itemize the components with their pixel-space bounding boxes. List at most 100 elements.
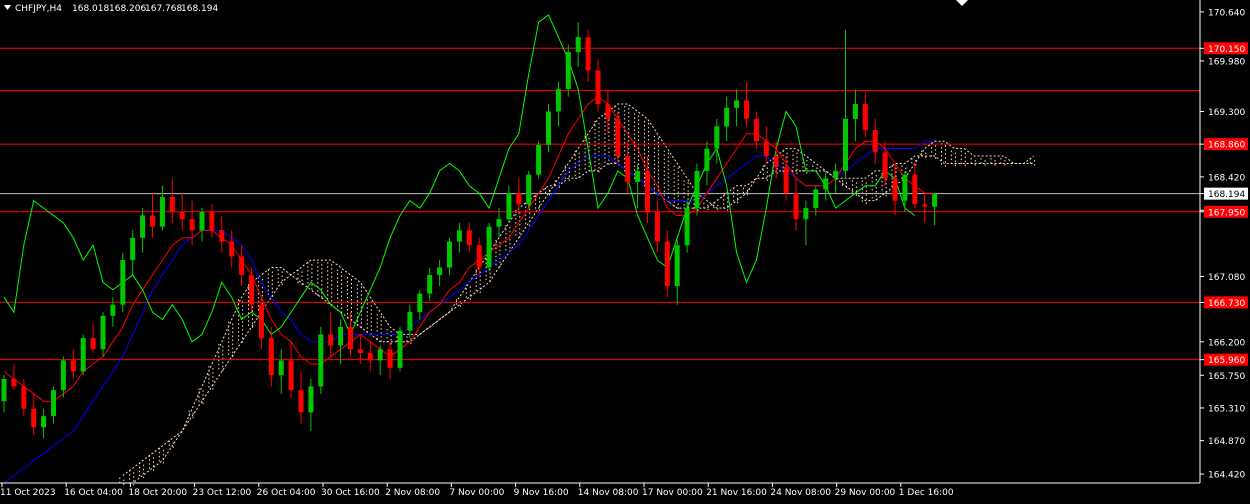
candle-body[interactable] [427, 274, 433, 294]
candle-body[interactable] [526, 174, 532, 205]
candle-body[interactable] [100, 315, 106, 350]
candle-body[interactable] [189, 219, 195, 231]
candle-body[interactable] [288, 360, 294, 391]
candle-body[interactable] [496, 219, 502, 227]
x-tick-label: 29 Nov 00:00 [835, 488, 896, 498]
candle-body[interactable] [763, 141, 769, 157]
candle-body[interactable] [486, 226, 492, 268]
candle-body[interactable] [872, 130, 878, 153]
candle-body[interactable] [476, 245, 482, 268]
candle-body[interactable] [239, 256, 245, 275]
candle-body[interactable] [338, 326, 344, 346]
candle-body[interactable] [565, 52, 571, 90]
candle-body[interactable] [268, 338, 274, 376]
candle-body[interactable] [357, 349, 363, 353]
candle-body[interactable] [664, 241, 670, 287]
candle-body[interactable] [605, 104, 611, 119]
candle-body[interactable] [684, 208, 690, 246]
candle-body[interactable] [516, 193, 522, 205]
candle-body[interactable] [546, 111, 551, 145]
candle-body[interactable] [674, 245, 680, 287]
candle-body[interactable] [635, 170, 641, 183]
candle-body[interactable] [724, 107, 730, 127]
candle-body[interactable] [714, 126, 720, 149]
candle-body[interactable] [555, 89, 561, 112]
candle-body[interactable] [140, 215, 146, 238]
candle-body[interactable] [654, 211, 660, 242]
candle-body[interactable] [298, 390, 304, 413]
candle-body[interactable] [833, 170, 839, 179]
candle-body[interactable] [21, 386, 27, 409]
candle-body[interactable] [575, 37, 581, 53]
candle-body[interactable] [912, 174, 918, 205]
candle-body[interactable] [258, 304, 264, 339]
candle-body[interactable] [922, 204, 928, 207]
candle-body[interactable] [278, 360, 284, 376]
candle-body[interactable] [645, 170, 650, 212]
candle-body[interactable] [70, 360, 76, 372]
candle-body[interactable] [199, 211, 205, 231]
candle-body[interactable] [130, 237, 136, 261]
candle-body[interactable] [367, 352, 373, 361]
candle-body[interactable] [862, 104, 868, 131]
candle-body[interactable] [31, 408, 37, 428]
candle-body[interactable] [902, 174, 908, 201]
candle-body[interactable] [456, 230, 462, 242]
candle-body[interactable] [783, 167, 789, 194]
candle-body[interactable] [437, 267, 443, 275]
candle-body[interactable] [615, 118, 621, 157]
candle-body[interactable] [932, 193, 938, 207]
candle-body[interactable] [397, 330, 403, 368]
candle-body[interactable] [585, 37, 591, 71]
candle-body[interactable] [110, 304, 116, 316]
candle-body[interactable] [753, 118, 759, 142]
candle-body[interactable] [823, 178, 829, 190]
candle-body[interactable] [852, 104, 858, 119]
candle-body[interactable] [803, 208, 809, 220]
x-tick-label: 9 Nov 16:00 [514, 488, 569, 498]
candle-body[interactable] [882, 152, 888, 179]
candle-body[interactable] [734, 100, 740, 108]
candle-body[interactable] [892, 178, 898, 201]
candle-body[interactable] [704, 148, 710, 171]
candle-body[interactable] [506, 193, 512, 220]
candle-body[interactable] [179, 211, 185, 220]
candle-body[interactable] [417, 293, 423, 313]
candle-body[interactable] [536, 144, 542, 175]
candle-body[interactable] [51, 390, 56, 417]
candle-body[interactable] [90, 338, 96, 350]
candle-body[interactable] [813, 189, 819, 209]
candle-body[interactable] [377, 349, 383, 361]
candle-body[interactable] [744, 100, 749, 119]
candle-body[interactable] [348, 326, 353, 350]
candle-body[interactable] [249, 274, 254, 305]
chart-area[interactable]: 170.640 170.150 169.980 169.300 168.860 168.4… [0, 0, 1250, 500]
candle-body[interactable] [41, 416, 47, 428]
candle-body[interactable] [407, 312, 413, 331]
candle-body[interactable] [308, 386, 314, 413]
x-tick-label: 24 Nov 08:00 [770, 488, 831, 498]
candle-body[interactable] [625, 156, 631, 183]
candle-body[interactable] [387, 349, 393, 368]
candle-body[interactable] [80, 338, 86, 372]
candle-body[interactable] [793, 193, 799, 220]
candle-body[interactable] [11, 378, 17, 387]
candle-body[interactable] [843, 118, 848, 171]
candle-body[interactable] [318, 334, 324, 387]
candle-body[interactable] [447, 241, 452, 268]
candle-body[interactable] [209, 211, 215, 231]
candle-body[interactable] [229, 241, 235, 257]
candle-body[interactable] [694, 170, 700, 209]
candle-body[interactable] [773, 156, 779, 168]
candle-body[interactable] [328, 334, 334, 346]
candle-body[interactable] [219, 230, 225, 242]
candle-body[interactable] [60, 360, 66, 391]
price-chart[interactable]: 170.640 170.150 169.980 169.300 168.860 168.4… [0, 0, 1250, 500]
candle-body[interactable] [466, 230, 472, 246]
candle-body[interactable] [159, 196, 165, 227]
candle-body[interactable] [595, 70, 601, 105]
candle-body[interactable] [169, 196, 175, 212]
candle-body[interactable] [150, 215, 155, 227]
candle-body[interactable] [1, 378, 7, 402]
candle-body[interactable] [120, 260, 126, 305]
